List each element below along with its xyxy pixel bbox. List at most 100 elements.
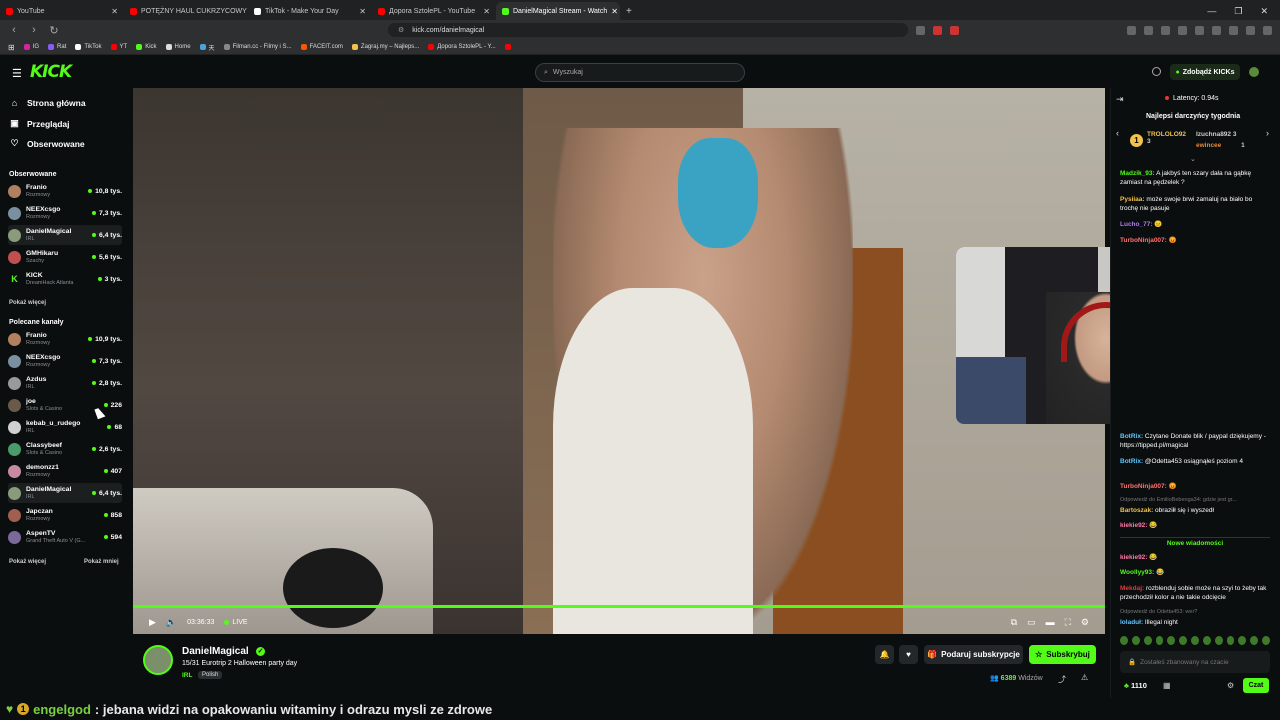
clip-icon[interactable]: ▭ (1027, 617, 1036, 628)
close-tab-icon[interactable]: ✕ (611, 7, 618, 16)
get-kicks-button[interactable]: ● Zdobądź KICKs (1170, 64, 1240, 80)
bookmark-item[interactable]: TikTok (75, 44, 102, 50)
search-input[interactable]: ⌕ Wyszukaj (535, 63, 745, 82)
extension-icon[interactable] (1161, 25, 1170, 35)
share-icon[interactable]: ⤴ (1058, 674, 1066, 685)
show-more-link[interactable]: Pokaż więcej (9, 300, 46, 306)
sidebar-channel[interactable]: joe Slots & Casino 226 (8, 395, 122, 415)
channel-avatar[interactable] (143, 645, 173, 675)
bookmark-item[interactable]: Zagraj.my – Najleps... (351, 44, 419, 50)
close-window-icon[interactable]: ✕ (1260, 6, 1268, 17)
chat-settings-icon[interactable]: ⚙ (1227, 681, 1234, 690)
report-icon[interactable]: ⚠ (1081, 673, 1088, 682)
settings-icon[interactable]: ⚙ (1081, 617, 1089, 628)
new-tab-button[interactable]: + (620, 2, 638, 20)
emote-icon[interactable] (1238, 636, 1247, 645)
emote-icon[interactable] (1191, 636, 1199, 645)
bookmark-item[interactable]: FACEIT.com (300, 44, 343, 50)
volume-icon[interactable]: 🔈 (166, 617, 177, 628)
chat-message[interactable]: Lucho_77: 😐 (1120, 220, 1270, 229)
chat-message[interactable]: Bartoszak: obraziłł się i wyszedł (1120, 506, 1270, 515)
emote-icon[interactable] (1120, 636, 1128, 645)
video-progress-bar[interactable] (133, 605, 1105, 608)
stream-category[interactable]: IRL (182, 672, 192, 679)
channel-name[interactable]: DanielMagical (182, 646, 249, 657)
menu-icon[interactable] (1263, 25, 1272, 35)
chat-message[interactable]: Woollyy93: 😂 (1120, 568, 1270, 577)
emote-icon[interactable] (1250, 636, 1259, 645)
gifter-1[interactable]: TROLOLO92 3 (1147, 131, 1186, 145)
emote-icon[interactable] (1202, 636, 1211, 645)
gift-subs-button[interactable]: 🎁 Podaruj subskrypcje (924, 645, 1023, 664)
sidebar-channel[interactable]: Franio Rozmowy 10,8 tys. (8, 181, 122, 201)
emote-icon[interactable] (1262, 636, 1270, 645)
gifters-next-icon[interactable]: › (1266, 128, 1269, 138)
emote-icon[interactable] (1214, 636, 1223, 645)
calendar-icon[interactable]: ▦ (1163, 681, 1171, 690)
theater-icon[interactable]: ▬ (1046, 617, 1055, 627)
sidebar-channel[interactable]: K KICK DreamHack Atlanta 3 tys. (8, 269, 122, 289)
follow-button[interactable]: ♥ (899, 645, 918, 664)
gifter-2[interactable]: Izuchna892 3 (1196, 131, 1236, 138)
bookmark-item[interactable]: Filman.cc - Filmy i S... (223, 44, 292, 50)
sidebar-channel[interactable]: DanielMagical IRL 6,4 tys. (8, 225, 122, 245)
subscribe-button[interactable]: ☆ Subskrybuj (1029, 645, 1096, 664)
apps-icon[interactable]: ⊞ (8, 43, 15, 52)
bookmark-item[interactable] (504, 44, 514, 50)
chat-message[interactable]: loladuł: Illegal night (1120, 618, 1270, 627)
maximize-icon[interactable]: ❐ (1234, 6, 1242, 17)
bookmark-item[interactable]: Home (165, 44, 191, 50)
collapse-chat-icon[interactable]: ⇥ (1116, 94, 1124, 105)
show-more-link[interactable]: Pokaż więcej (9, 559, 46, 565)
sidebar-nav-1[interactable]: ▣ Przeglądaj (10, 118, 69, 129)
emote-icon[interactable] (1155, 636, 1164, 645)
fullscreen-icon[interactable]: ⛶ (1065, 617, 1071, 628)
forward-icon[interactable]: › (28, 24, 40, 36)
notifications-icon[interactable] (1152, 67, 1161, 76)
bookmark-item[interactable]: YT (110, 44, 127, 50)
pip-icon[interactable]: ⧉ (1011, 617, 1017, 628)
extension-icon[interactable] (1195, 25, 1204, 35)
extension-icon[interactable] (1144, 25, 1153, 35)
extension-icon[interactable] (916, 25, 925, 35)
sidebar-channel[interactable]: GMHikaru Szachy 5,6 tys. (8, 247, 122, 267)
kicks-balance[interactable]: ♣ 1110 (1124, 681, 1147, 690)
chat-message[interactable]: kiekie92: 😂 (1120, 553, 1270, 562)
sidebar-nav-0[interactable]: ⌂ Strona główna (10, 98, 86, 108)
extension-icon[interactable] (1229, 25, 1238, 35)
sidebar-channel[interactable]: Classybeef Slots & Casino 2,6 tys. (8, 439, 122, 459)
sidebar-channel[interactable]: kebab_u_rudego IRL 68 (8, 417, 122, 437)
close-tab-icon[interactable]: ✕ (359, 7, 366, 16)
sidebar-channel[interactable]: Azdus IRL 2,8 tys. (8, 373, 122, 393)
play-icon[interactable]: ▶ (149, 617, 156, 628)
sidebar-channel[interactable]: NEEXcsgo Rozmowy 7,3 tys. (8, 203, 122, 223)
user-avatar[interactable] (1249, 67, 1259, 77)
sidebar-channel[interactable]: Japczan Rozmowy 858 (8, 505, 122, 525)
show-less-link[interactable]: Pokaż mniej (84, 559, 119, 565)
bookmark-item[interactable]: Дорога SztolePL - Y... (428, 44, 496, 50)
back-icon[interactable]: ‹ (8, 24, 20, 36)
chat-send-button[interactable]: Czat (1243, 678, 1269, 693)
gifters-prev-icon[interactable]: ‹ (1116, 128, 1119, 138)
stream-language-tag[interactable]: Polish (198, 671, 223, 679)
extension-icon[interactable] (1127, 25, 1136, 35)
chat-message[interactable]: Pysiiaa: może swoje brwi zamaluj na biał… (1120, 195, 1270, 213)
emote-icon[interactable] (1131, 636, 1140, 645)
chat-message[interactable]: Madzik_93: A jakbyś ten szary dała na gą… (1120, 169, 1270, 187)
bookmark-item[interactable]: IG (23, 44, 39, 50)
chat-message[interactable]: kiekie92: 😂 (1120, 521, 1270, 530)
emote-icon[interactable] (1167, 636, 1176, 645)
browser-tab[interactable]: TikTok - Make Your Day ✕ (248, 2, 372, 20)
browser-tab[interactable]: DanielMagical Stream - Watch ✕ (496, 2, 620, 20)
browser-tab[interactable]: POTĘŻNY HAUL CUKRZYCOWY - ile t✕ (124, 2, 248, 20)
site-info-icon[interactable]: ⚙ (398, 26, 404, 34)
chat-message[interactable]: BotRix: Czytane Donate blik / paypal dzi… (1120, 432, 1270, 450)
notifications-bell-button[interactable]: 🔔 (875, 645, 894, 664)
sidebar-nav-2[interactable]: ♡ Obserwowane (10, 138, 84, 149)
extension-icon[interactable] (933, 25, 942, 35)
close-tab-icon[interactable]: ✕ (483, 7, 490, 16)
bookmark-item[interactable]: Rat (48, 44, 66, 50)
extension-icon[interactable] (950, 25, 959, 35)
emote-icon[interactable] (1226, 636, 1235, 645)
extension-icon[interactable] (1178, 25, 1187, 35)
